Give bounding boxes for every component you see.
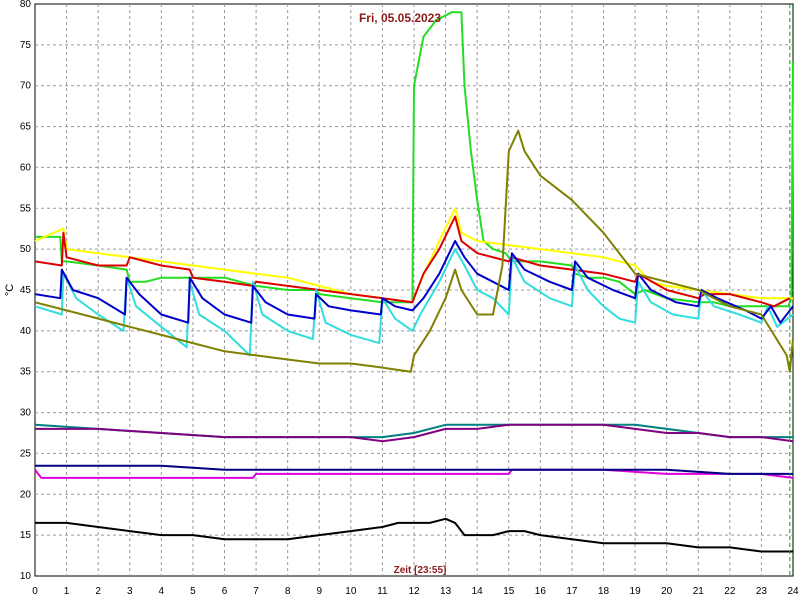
y-tick-label: 80 xyxy=(20,0,32,10)
x-tick-label: 4 xyxy=(159,586,165,597)
y-tick-label: 75 xyxy=(20,40,32,51)
x-tick-label: 21 xyxy=(693,586,705,597)
x-tick-label: 2 xyxy=(95,586,101,597)
x-tick-label: 11 xyxy=(377,586,388,597)
x-tick-label: 1 xyxy=(64,586,70,597)
x-tick-label: 19 xyxy=(630,586,642,597)
x-tick-label: 3 xyxy=(127,586,133,597)
x-axis-label: Zeit [23:55] xyxy=(394,565,447,576)
y-tick-label: 55 xyxy=(20,203,32,214)
x-tick-label: 7 xyxy=(253,586,259,597)
y-tick-label: 10 xyxy=(20,571,32,582)
y-tick-label: 20 xyxy=(20,489,32,500)
x-tick-label: 20 xyxy=(661,586,673,597)
y-tick-label: 60 xyxy=(20,162,32,173)
x-tick-label: 16 xyxy=(535,586,547,597)
y-tick-label: 15 xyxy=(20,530,32,541)
x-tick-label: 17 xyxy=(566,586,578,597)
y-tick-label: 30 xyxy=(20,408,32,419)
y-tick-label: 40 xyxy=(20,326,32,337)
x-tick-label: 13 xyxy=(440,586,452,597)
x-tick-label: 8 xyxy=(285,586,291,597)
y-tick-labels: 10 15 20 25 30 35 40 45 50 55 60 65 70 75 80 xyxy=(20,0,32,582)
x-tick-label: 14 xyxy=(472,586,484,597)
y-tick-label: 50 xyxy=(20,244,32,255)
y-tick-label: 45 xyxy=(20,285,32,296)
x-tick-label: 12 xyxy=(408,586,420,597)
x-tick-label: 24 xyxy=(787,586,799,597)
chart-title: Fri, 05.05.2023 xyxy=(359,11,441,25)
y-tick-label: 25 xyxy=(20,448,32,459)
x-tick-label: 10 xyxy=(345,586,357,597)
x-tick-labels: 0 1 2 3 4 5 6 7 8 9 10 11 12 13 14 15 16 17 18 19 20 21 22 23 24 xyxy=(32,586,799,597)
y-tick-label: 70 xyxy=(20,81,32,92)
chart-canvas: 101520253035404550556065707580 012345678… xyxy=(4,0,799,597)
y-axis-label: °C xyxy=(4,284,16,296)
x-tick-label: 6 xyxy=(222,586,228,597)
x-tick-label: 15 xyxy=(503,586,515,597)
y-tick-label: 35 xyxy=(20,367,32,378)
temperature-chart: 10 15 20 25 30 35 40 45 50 55 60 65 70 75 80 012345678… xyxy=(0,0,800,600)
x-tick-label: 9 xyxy=(316,586,322,597)
x-tick-label: 5 xyxy=(190,586,196,597)
x-tick-label: 0 xyxy=(32,586,38,597)
x-tick-label: 22 xyxy=(724,586,736,597)
x-tick-label: 23 xyxy=(756,586,768,597)
x-tick-label: 18 xyxy=(598,586,610,597)
y-tick-label: 65 xyxy=(20,122,32,133)
